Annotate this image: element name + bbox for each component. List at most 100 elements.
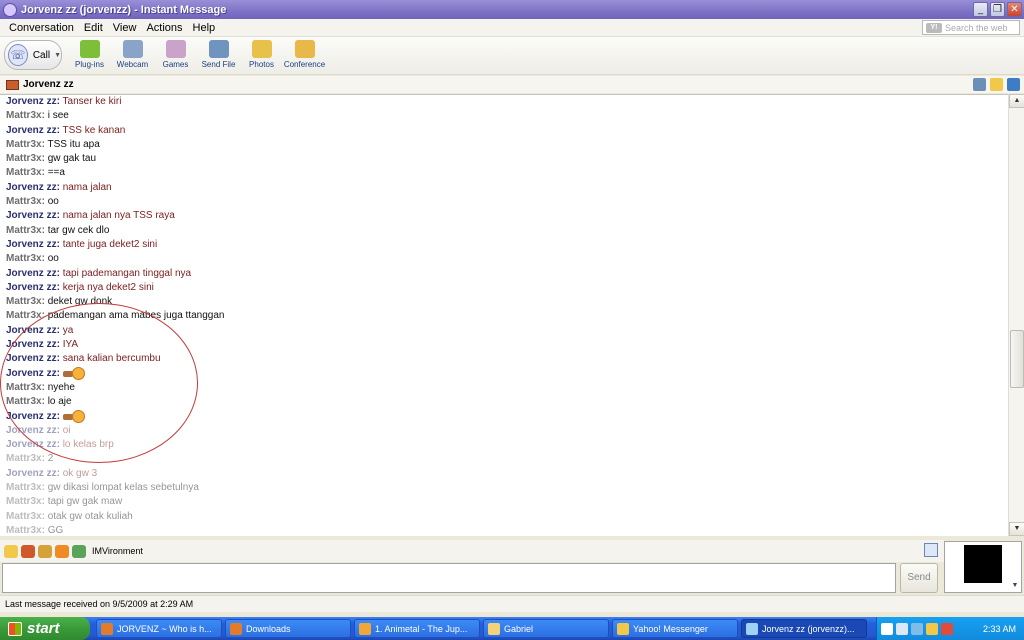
tool-label: Conference <box>283 60 326 69</box>
webcam-icon <box>122 40 143 58</box>
audible-icon[interactable] <box>21 544 35 558</box>
scroll-down-icon[interactable]: ▼ <box>1009 522 1024 536</box>
emoticon-icon[interactable] <box>4 544 18 558</box>
message-sender[interactable]: Mattr3x: <box>6 296 45 307</box>
message-sender[interactable]: Jorvenz zz: <box>6 96 60 107</box>
antivirus-icon[interactable] <box>941 622 953 635</box>
message-sender[interactable]: Mattr3x: <box>6 153 45 164</box>
message-sender[interactable]: Mattr3x: <box>6 110 45 121</box>
display-image <box>964 545 1002 583</box>
message-sender[interactable]: Mattr3x: <box>6 496 45 507</box>
volume-icon[interactable] <box>896 622 908 635</box>
message-sender[interactable]: Mattr3x: <box>6 139 45 150</box>
taskbar-button[interactable]: JORVENZ ~ Who is h... <box>96 619 222 638</box>
message-input[interactable] <box>2 563 896 593</box>
tool-photos-button[interactable]: Photos <box>240 40 283 69</box>
message-sender[interactable]: Jorvenz zz: <box>6 268 60 279</box>
panel-scroll-down-icon[interactable]: ▼ <box>1009 582 1021 592</box>
tool-plug-ins-button[interactable]: Plug-ins <box>68 40 111 69</box>
message-text: kerja nya deket2 sini <box>62 281 154 293</box>
tool-webcam-button[interactable]: Webcam <box>111 40 154 69</box>
tool-label: Plug-ins <box>75 60 104 69</box>
send-button[interactable]: Send <box>900 563 938 593</box>
conversation-scrollbar[interactable]: ▲ ▼ <box>1008 94 1024 536</box>
restore-button[interactable]: ❐ <box>990 2 1005 17</box>
scroll-up-icon[interactable]: ▲ <box>1009 94 1024 108</box>
message-sender[interactable]: Jorvenz zz: <box>6 125 60 136</box>
message-row: Mattr3x: gw gak tau <box>0 152 1008 166</box>
chevron-down-icon[interactable]: ▼ <box>54 52 61 59</box>
network-icon[interactable] <box>911 622 923 635</box>
messenger-app-icon <box>3 2 17 17</box>
tool-label: Send File <box>201 60 236 69</box>
format-bar: IMVironment <box>0 540 944 562</box>
plugin-icon <box>79 40 100 58</box>
contact-card-icon[interactable] <box>1007 78 1020 91</box>
web-search-input[interactable]: Y! Search the web <box>922 20 1020 35</box>
message-text: i see <box>47 110 69 122</box>
user-icon[interactable] <box>924 543 938 557</box>
annotation-circle <box>0 303 198 463</box>
message-sender[interactable]: Jorvenz zz: <box>6 210 60 221</box>
conference-icon <box>294 40 315 58</box>
message-sender[interactable]: Jorvenz zz: <box>6 282 60 293</box>
font-icon[interactable] <box>38 544 52 558</box>
menu-actions[interactable]: Actions <box>141 22 187 34</box>
message-text: tapi pademangan tinggal nya <box>62 267 192 279</box>
message-row: Mattr3x: GG <box>0 524 1008 536</box>
scroll-thumb[interactable] <box>1010 330 1024 388</box>
task-label: Gabriel <box>504 623 534 634</box>
taskbar-button[interactable]: Jorvenz zz (jorvenzz)... <box>741 619 867 638</box>
message-sender[interactable]: Jorvenz zz: <box>6 468 60 479</box>
message-text: ok gw 3 <box>62 467 98 479</box>
title-bar[interactable]: Jorvenz zz (jorvenzz) - Instant Message … <box>0 0 1024 19</box>
taskbar-button[interactable]: Downloads <box>225 619 351 638</box>
messenger-tray-icon[interactable] <box>926 622 938 635</box>
message-sender[interactable]: Mattr3x: <box>6 525 45 536</box>
message-sender[interactable]: Mattr3x: <box>6 482 45 493</box>
message-row: Mattr3x: gw dikasi lompat kelas sebetuln… <box>0 481 1008 495</box>
minimize-button[interactable]: _ <box>973 2 988 17</box>
menu-bar: Conversation Edit View Actions Help Y! S… <box>0 19 1024 37</box>
message-sender[interactable]: Mattr3x: <box>6 253 45 264</box>
message-sender[interactable]: Mattr3x: <box>6 196 45 207</box>
contact-avatar-icon <box>6 79 19 90</box>
message-row: Mattr3x: TSS itu apa <box>0 138 1008 152</box>
message-sender[interactable]: Mattr3x: <box>6 453 45 464</box>
call-label: Call <box>32 49 51 61</box>
help-icon[interactable] <box>881 622 893 635</box>
taskbar-button[interactable]: Gabriel <box>483 619 609 638</box>
contact-actions <box>973 78 1020 91</box>
message-sender[interactable]: Mattr3x: <box>6 511 45 522</box>
taskbar-button[interactable]: 1. Animetal - The Jup... <box>354 619 480 638</box>
start-button[interactable]: start <box>0 617 90 640</box>
message-text: gw dikasi lompat kelas sebetulnya <box>47 482 199 494</box>
tool-send-file-button[interactable]: Send File <box>197 40 240 69</box>
tool-games-button[interactable]: Games <box>154 40 197 69</box>
call-button[interactable]: ☏ Call ▼ <box>4 40 62 70</box>
conversation-history[interactable]: Jorvenz zz: Tanser ke kiri Mattr3x: i see… <box>0 94 1008 536</box>
email-icon[interactable] <box>990 78 1003 91</box>
tool-conference-button[interactable]: Conference <box>283 40 326 69</box>
taskbar: start JORVENZ ~ Who is h... Downloads 1. A… <box>0 617 1024 640</box>
message-sender[interactable]: Mattr3x: <box>6 167 45 178</box>
menu-conversation[interactable]: Conversation <box>4 22 79 34</box>
message-row: Jorvenz zz: nama jalan <box>0 181 1008 195</box>
contact-name[interactable]: Jorvenz zz <box>23 79 74 90</box>
menu-help[interactable]: Help <box>188 22 221 34</box>
message-sender[interactable]: Mattr3x: <box>6 225 45 236</box>
imvironment-icon[interactable] <box>72 544 86 558</box>
pencil-icon[interactable] <box>973 78 986 91</box>
imvironment-label[interactable]: IMVironment <box>92 546 143 556</box>
window-title: Jorvenz zz (jorvenzz) - Instant Message <box>21 3 227 16</box>
message-row: Mattr3x: oo <box>0 252 1008 266</box>
taskbar-button[interactable]: Yahoo! Messenger <box>612 619 738 638</box>
message-text: tar gw cek dlo <box>47 224 110 236</box>
close-button[interactable]: ✕ <box>1007 2 1022 17</box>
task-app-icon <box>617 622 629 635</box>
message-sender[interactable]: Jorvenz zz: <box>6 182 60 193</box>
menu-view[interactable]: View <box>108 22 142 34</box>
message-sender[interactable]: Jorvenz zz: <box>6 239 60 250</box>
color-icon[interactable] <box>55 544 69 558</box>
menu-edit[interactable]: Edit <box>79 22 108 34</box>
